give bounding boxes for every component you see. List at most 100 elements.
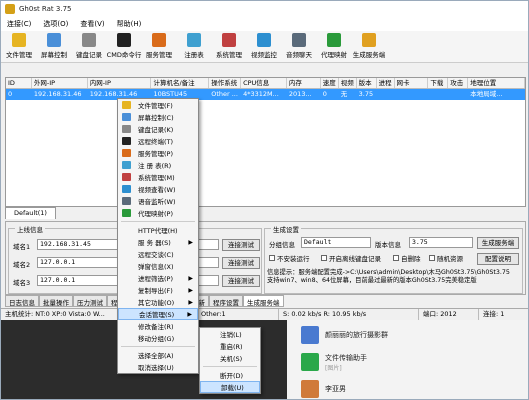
bottom-tab[interactable]: 压力测试 bbox=[73, 295, 107, 307]
check-self-delete[interactable]: 自删除 bbox=[393, 253, 421, 263]
check-no-install-label: 不安装运行 bbox=[277, 255, 310, 263]
context-menu-item[interactable]: 系统管理(M) bbox=[118, 171, 198, 183]
submenu-item[interactable]: 卸载(U) bbox=[200, 381, 260, 393]
column-header[interactable]: 下载 bbox=[428, 78, 449, 88]
toolbar-label: 注册表 bbox=[184, 51, 204, 59]
context-menu-item[interactable]: 取消选择(U) bbox=[118, 361, 198, 373]
column-header[interactable]: 版本 bbox=[357, 78, 377, 88]
column-header[interactable]: 计算机名/备注 bbox=[151, 78, 210, 88]
submenu-label: 卸载(U) bbox=[221, 384, 244, 392]
column-header[interactable]: 操作系统 bbox=[209, 78, 242, 88]
toolbar-button-9[interactable]: 代理映射 bbox=[318, 33, 350, 59]
chat-item[interactable]: 文件传输助手 [图片] bbox=[287, 349, 528, 375]
context-menu-item[interactable]: 服务管理(P) bbox=[118, 147, 198, 159]
table-row[interactable]: 0 192.168.31.46 192.168.31.46 10BSTU45 Other… bbox=[6, 89, 525, 100]
context-menu-item[interactable]: 远程交谈(C) bbox=[118, 248, 198, 260]
toolbar-button-8[interactable]: 音频聊天 bbox=[283, 33, 315, 59]
submenu-item[interactable]: 关机(S) bbox=[200, 352, 260, 364]
host-table[interactable]: ID 外网-IP 内网-IP 计算机名/备注 操作系统 CPU信息 内存 速度 视频 版本 进程 网卡… bbox=[5, 77, 526, 207]
column-header[interactable]: ID bbox=[6, 78, 32, 88]
menu-options[interactable]: 选项(O) bbox=[43, 19, 68, 29]
toolbar-button-4[interactable]: 服务管理 bbox=[143, 33, 175, 59]
context-menu-item[interactable]: 键盘记录(K) bbox=[118, 123, 198, 135]
column-header[interactable]: 网卡 bbox=[395, 78, 429, 88]
column-header[interactable]: 速度 bbox=[321, 78, 339, 88]
context-menu-item[interactable]: 会话管理(S) ▶ bbox=[118, 308, 198, 320]
tab-default[interactable]: Default(1) bbox=[5, 207, 56, 219]
toolbar-button-6[interactable]: 系统管理 bbox=[213, 33, 245, 59]
column-header[interactable]: CPU信息 bbox=[241, 78, 287, 88]
bottom-tab[interactable]: 生成服务端 bbox=[243, 295, 284, 307]
toolbar-button-1[interactable]: 屏幕控制 bbox=[38, 33, 70, 59]
column-header[interactable]: 内存 bbox=[287, 78, 321, 88]
build-icon bbox=[362, 33, 376, 47]
toolbar-button-7[interactable]: 视频监控 bbox=[248, 33, 280, 59]
context-menu-label: 服务管理(P) bbox=[138, 150, 173, 158]
services-icon bbox=[152, 33, 166, 47]
menu-help[interactable]: 帮助(H) bbox=[117, 19, 142, 29]
submenu-item[interactable]: 断开(D) bbox=[200, 369, 260, 381]
column-header[interactable]: 内网-IP bbox=[88, 78, 152, 88]
table-cell: 0 bbox=[8, 90, 13, 98]
check-no-install[interactable]: 不安装运行 bbox=[269, 253, 310, 263]
context-menu-item[interactable]: HTTP代理(H) bbox=[118, 224, 198, 236]
test2-button[interactable]: 连接测试 bbox=[222, 257, 260, 269]
chat-item[interactable]: 颜丽丽的旅行摄影群 bbox=[287, 322, 528, 348]
menu-bar: 连接(C) 选项(O) 查看(V) 帮助(H) bbox=[1, 17, 528, 31]
context-menu-item[interactable]: 远程终端(T) bbox=[118, 135, 198, 147]
column-header[interactable]: 进程 bbox=[377, 78, 395, 88]
context-menu-item[interactable]: 其它功能(O) ▶ bbox=[118, 296, 198, 308]
context-menu-label: 系统管理(M) bbox=[138, 174, 175, 182]
column-header[interactable]: 地理位置 bbox=[468, 78, 525, 88]
toolbar-label: 键盘记录 bbox=[76, 51, 102, 59]
context-menu-item[interactable]: 弹窗信息(X) bbox=[118, 260, 198, 272]
column-header[interactable]: 视频 bbox=[339, 78, 357, 88]
menu-item-icon bbox=[122, 197, 131, 205]
menu-connect[interactable]: 连接(C) bbox=[7, 19, 31, 29]
toolbar-button-2[interactable]: 键盘记录 bbox=[73, 33, 105, 59]
screen-icon bbox=[47, 33, 61, 47]
context-menu-item[interactable]: 屏幕控制(C) bbox=[118, 111, 198, 123]
avatar bbox=[301, 353, 319, 371]
context-menu-item[interactable]: 进程筛选(P) ▶ bbox=[118, 272, 198, 284]
bottom-tab[interactable]: 程序设置 bbox=[209, 295, 243, 307]
check-offline-keylog[interactable]: 开启离线键盘记录 bbox=[321, 253, 381, 263]
context-menu-item[interactable]: 语音监听(W) bbox=[118, 195, 198, 207]
context-menu-item[interactable]: 修改备注(R) bbox=[118, 320, 198, 332]
test3-button[interactable]: 连接测试 bbox=[222, 275, 260, 287]
bottom-tab[interactable]: 批量操作 bbox=[39, 295, 73, 307]
context-menu-label: 远程终端(T) bbox=[138, 138, 174, 146]
column-header[interactable]: 外网-IP bbox=[32, 78, 88, 88]
chat-item[interactable]: 李亚男 bbox=[287, 376, 528, 399]
submenu-item[interactable]: 注销(L) bbox=[200, 328, 260, 340]
context-menu-item[interactable]: 代理映射(P) bbox=[118, 207, 198, 219]
toolbar-button-3[interactable]: CMD命令行 bbox=[107, 33, 141, 59]
config-help-button[interactable]: 配置说明 bbox=[477, 253, 519, 265]
toolbar-button-10[interactable]: 生成服务端 bbox=[353, 33, 385, 59]
toolbar-label: 视频监控 bbox=[251, 51, 277, 59]
menu-separator bbox=[121, 221, 195, 222]
menu-view[interactable]: 查看(V) bbox=[80, 19, 104, 29]
test1-button[interactable]: 连接测试 bbox=[222, 239, 260, 251]
column-header[interactable]: 攻击 bbox=[448, 78, 469, 88]
context-menu-item[interactable]: 移动分组(G) bbox=[118, 332, 198, 344]
context-menu-item[interactable]: 文件管理(F) bbox=[118, 99, 198, 111]
context-menu-label: 修改备注(R) bbox=[138, 323, 174, 331]
avatar bbox=[301, 380, 319, 398]
context-menu-label: 语音监听(W) bbox=[138, 198, 176, 206]
version-field[interactable]: 3.75 bbox=[409, 237, 473, 248]
check-random-res[interactable]: 随机资源 bbox=[429, 253, 463, 263]
group-field[interactable]: Default bbox=[301, 237, 371, 248]
status-port: 端口: 2012 bbox=[419, 309, 479, 320]
bottom-tab[interactable]: 日志信息 bbox=[5, 295, 39, 307]
context-menu-item[interactable]: 视频查看(W) bbox=[118, 183, 198, 195]
toolbar-button-5[interactable]: 注册表 bbox=[178, 33, 210, 59]
context-menu-item[interactable]: 服 务 器(S) ▶ bbox=[118, 236, 198, 248]
submenu-item[interactable]: 重启(R) bbox=[200, 340, 260, 352]
build-server-button[interactable]: 生成服务端 bbox=[477, 237, 519, 249]
table-cell: 无 bbox=[340, 90, 348, 98]
toolbar-button-0[interactable]: 文件管理 bbox=[3, 33, 35, 59]
context-menu-item[interactable]: 注 册 表(R) bbox=[118, 159, 198, 171]
context-menu-item[interactable]: 复制导出(F) ▶ bbox=[118, 284, 198, 296]
context-menu-item[interactable]: 选择全部(A) bbox=[118, 349, 198, 361]
